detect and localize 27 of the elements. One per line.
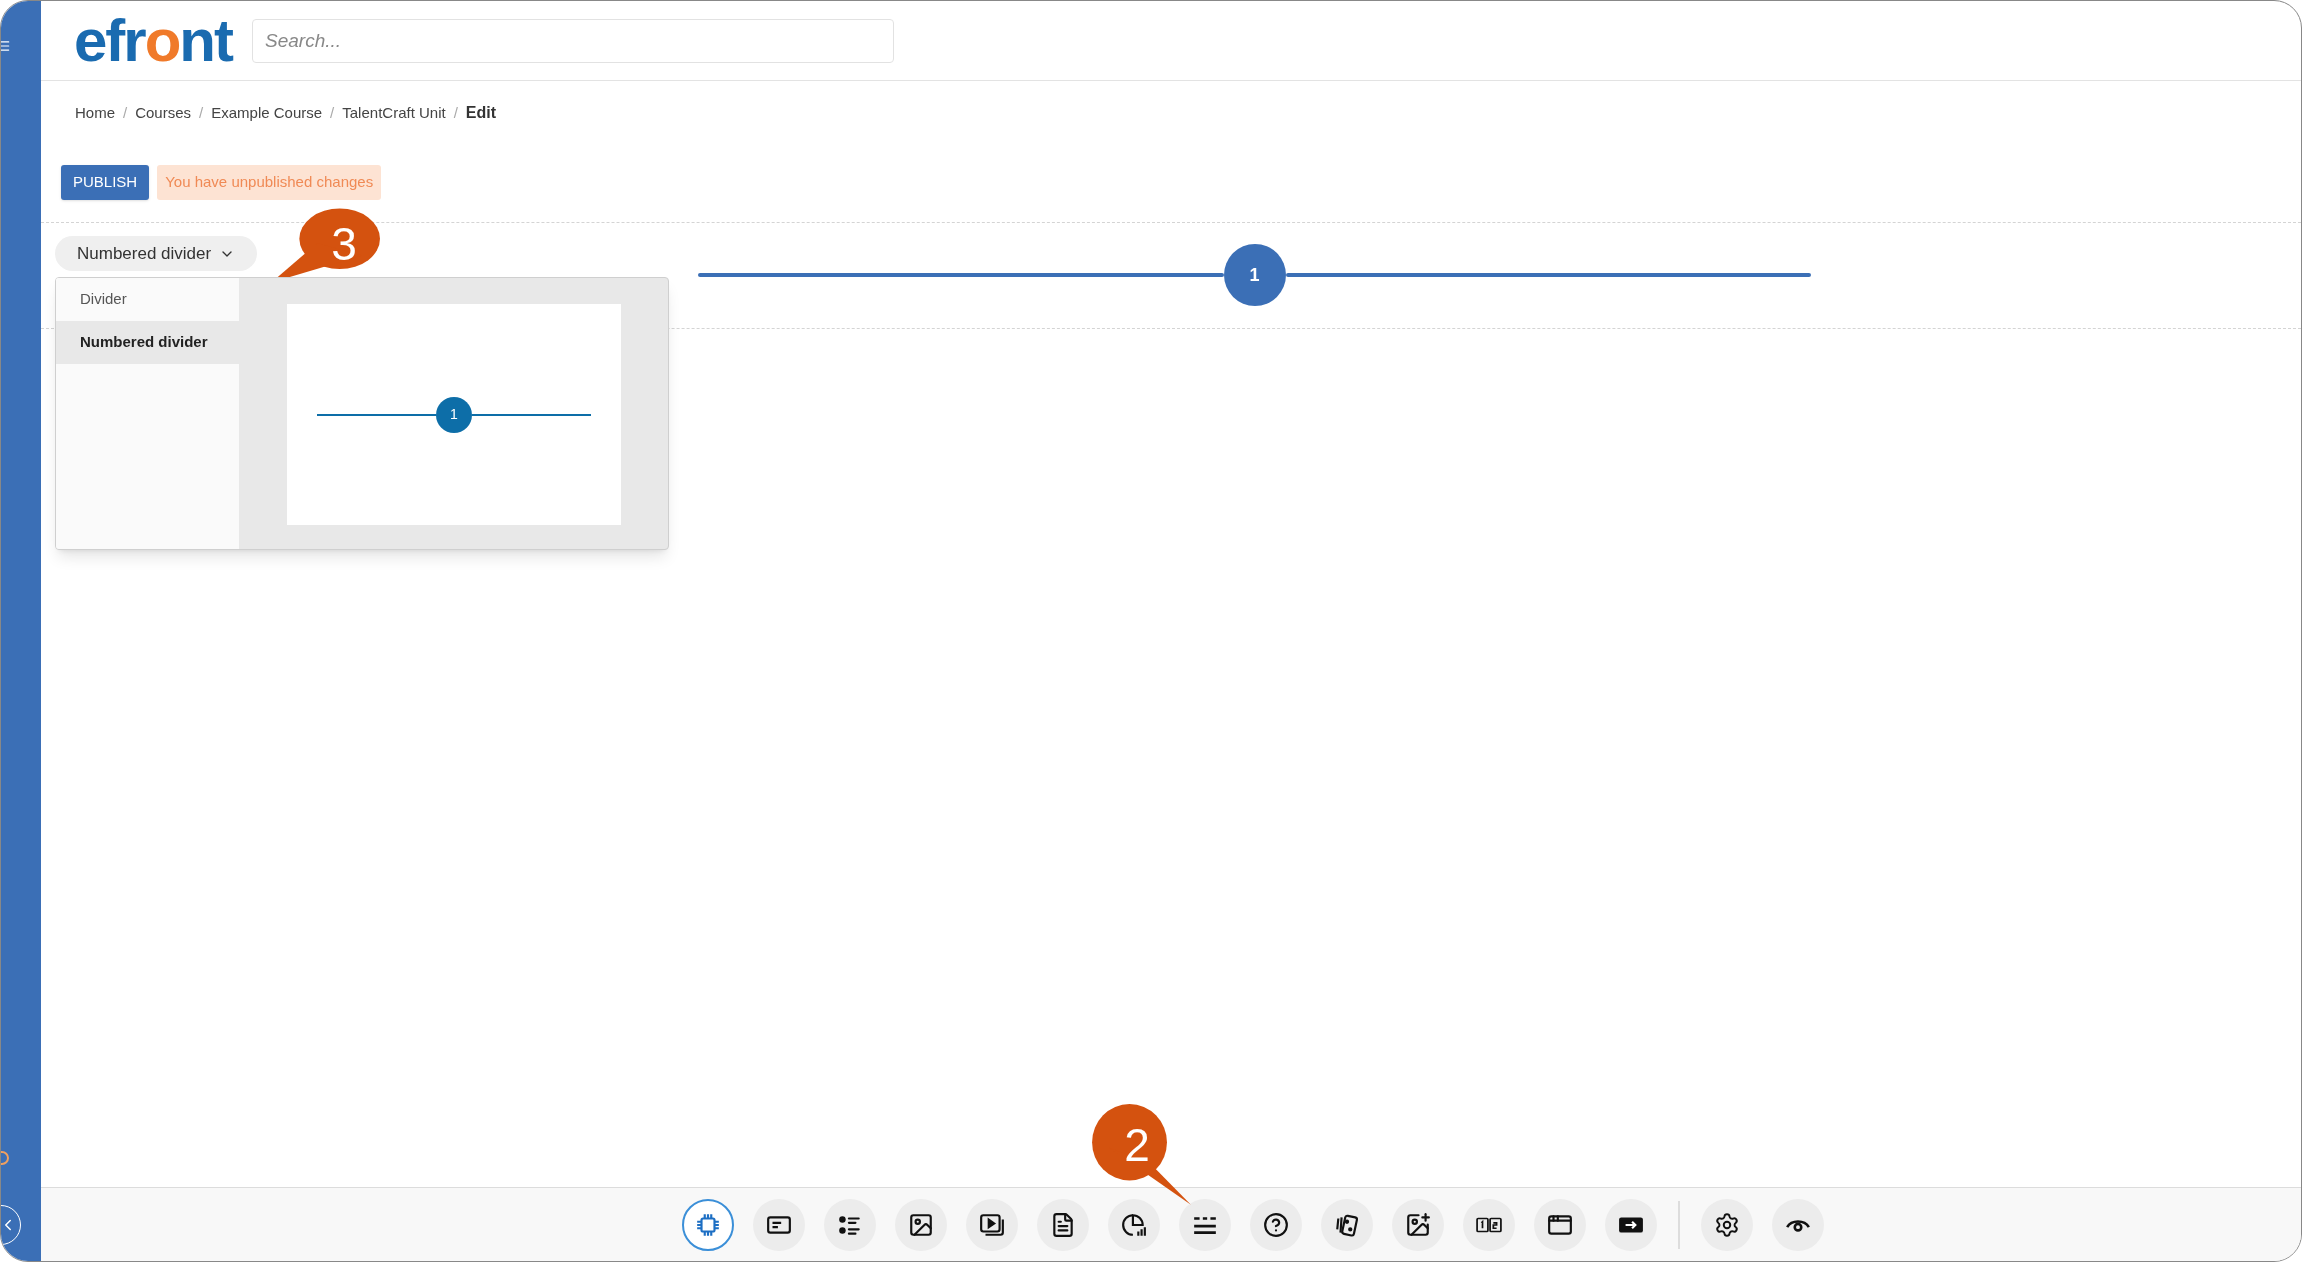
breadcrumb-separator: / — [123, 102, 128, 123]
publish-button[interactable]: PUBLISH — [61, 165, 150, 200]
chip-icon — [695, 1211, 721, 1238]
menu-icon[interactable] — [1, 39, 11, 53]
ai-button[interactable] — [682, 1198, 734, 1251]
chart-icon — [1121, 1211, 1147, 1238]
unpublished-notice: You have unpublished changes — [157, 165, 382, 200]
step-callout: 2 — [1090, 1102, 1194, 1208]
breadcrumb-link[interactable]: Courses — [135, 101, 192, 125]
divider-type-dropdown[interactable]: Numbered divider — [55, 236, 258, 271]
logo[interactable]: efront — [74, 10, 232, 71]
image-add-icon — [1405, 1211, 1431, 1238]
breadcrumb-link[interactable]: Example Course — [211, 101, 323, 125]
image-icon — [908, 1211, 934, 1238]
breadcrumb-separator: / — [330, 102, 335, 123]
breadcrumb-link[interactable]: TalentCraft Unit — [342, 101, 446, 125]
search-field[interactable]: Search... — [252, 18, 894, 63]
breadcrumb-separator: / — [453, 102, 458, 123]
dropdown-option[interactable]: Numbered divider — [56, 321, 239, 364]
help-icon — [1263, 1211, 1289, 1238]
breadcrumb-link[interactable]: Home — [75, 101, 115, 125]
tool-button[interactable] — [1179, 1198, 1231, 1251]
breadcrumb-separator: / — [199, 102, 204, 123]
breadcrumb-link[interactable]: Edit — [465, 101, 497, 125]
document-icon — [1050, 1211, 1076, 1238]
video-icon — [979, 1211, 1005, 1238]
settings-icon — [1714, 1211, 1740, 1238]
